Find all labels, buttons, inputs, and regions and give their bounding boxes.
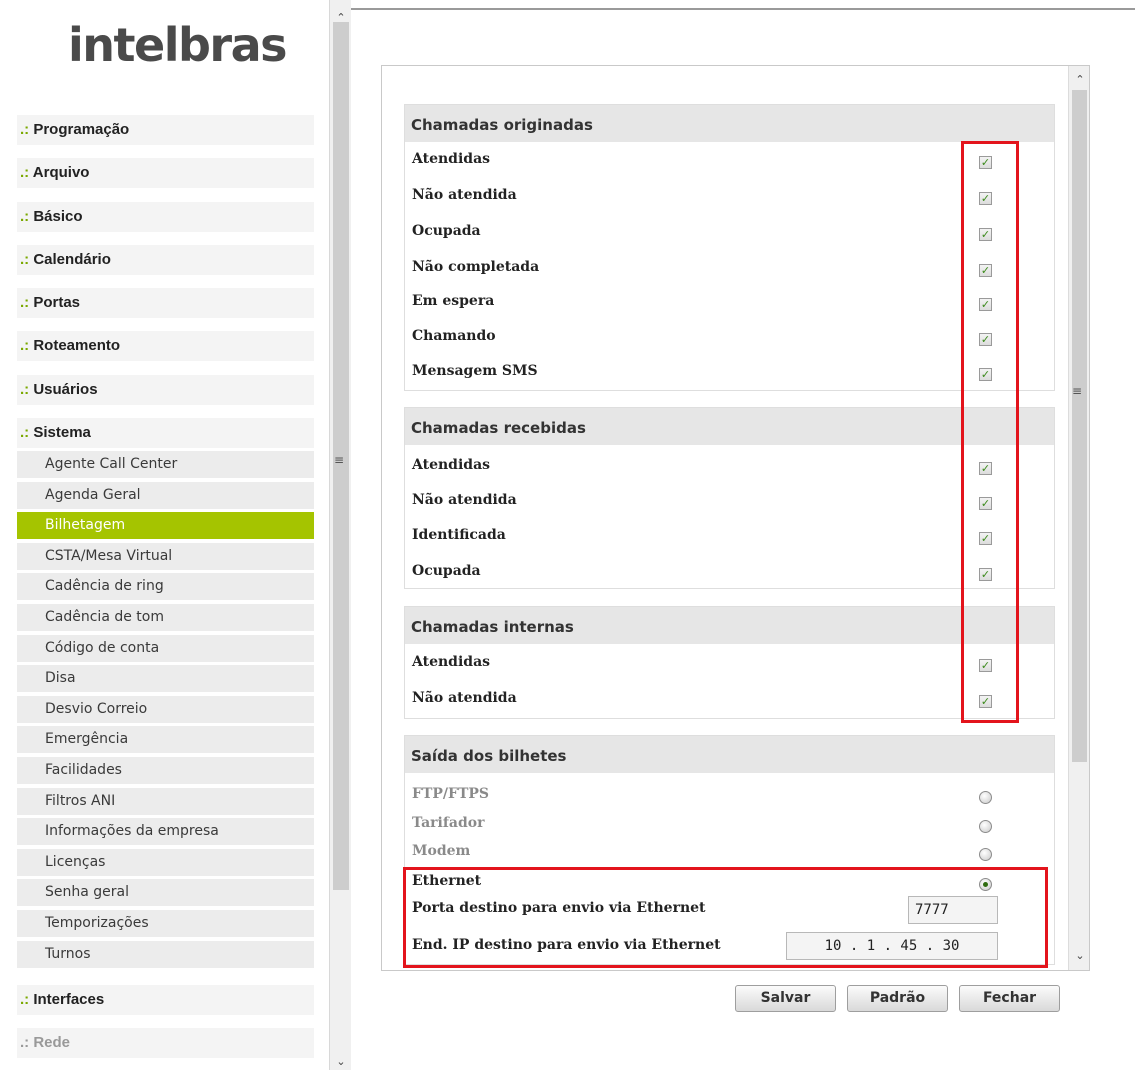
setting-label: Não atendida — [412, 187, 517, 203]
menu-item-prefix: .: — [20, 121, 30, 138]
menu-item[interactable]: .: Sistema — [17, 418, 314, 448]
submenu-item[interactable]: Agente Call Center — [17, 451, 314, 480]
output-option-radio[interactable] — [979, 848, 992, 861]
setting-label: Atendidas — [412, 654, 491, 670]
section-chamadas-originadas: Chamadas originadas — [404, 104, 1055, 391]
menu-item-label: Portas — [33, 294, 81, 311]
chevron-down-icon[interactable]: ⌄ — [1069, 946, 1091, 966]
menu-item[interactable]: .: Arquivo — [17, 158, 314, 188]
submenu-item[interactable]: Informações da empresa — [17, 818, 314, 848]
menu-item-prefix: .: — [20, 164, 30, 181]
menu-item-prefix: .: — [20, 294, 30, 311]
setting-label: Não completada — [412, 259, 540, 275]
submenu-item[interactable]: Filtros ANI — [17, 787, 314, 817]
submenu-item[interactable]: Disa — [17, 665, 314, 695]
content-scrollbar[interactable]: ⌃ ≡ ⌄ — [1068, 66, 1089, 970]
output-option-radio[interactable] — [979, 791, 992, 804]
grip-icon: ≡ — [1072, 384, 1083, 398]
submenu-item[interactable]: Senha geral — [17, 879, 314, 909]
submenu-item[interactable]: Código de conta — [17, 634, 314, 664]
menu-item-label: Rede — [33, 1034, 71, 1051]
submenu-item[interactable]: Facilidades — [17, 757, 314, 786]
menu-item[interactable]: .: Rede — [17, 1028, 314, 1058]
section-title: Chamadas originadas — [405, 105, 1054, 142]
menu-item-prefix: .: — [20, 251, 30, 268]
submenu-item[interactable]: Agenda Geral — [17, 481, 314, 511]
menu-item[interactable]: .: Roteamento — [17, 331, 314, 361]
menu-item-label: Calendário — [33, 251, 111, 268]
menu-item[interactable]: .: Básico — [17, 202, 314, 232]
submenu-item[interactable]: Emergência — [17, 726, 314, 756]
default-button[interactable]: Padrão — [847, 985, 948, 1012]
submenu-item[interactable]: Licenças — [17, 848, 314, 878]
menu-item-label: Sistema — [33, 424, 91, 441]
menu-item[interactable]: .: Interfaces — [17, 985, 314, 1015]
setting-label: Não atendida — [412, 492, 517, 508]
menu-item-prefix: .: — [20, 208, 30, 225]
submenu-item[interactable]: Turnos — [17, 940, 314, 970]
close-button[interactable]: Fechar — [959, 985, 1060, 1012]
highlight-ethernet-settings — [403, 867, 1048, 968]
scrollbar-thumb[interactable] — [1072, 90, 1087, 762]
setting-label: Ocupada — [412, 223, 481, 239]
menu-item[interactable]: .: Portas — [17, 288, 314, 318]
grip-icon: ≡ — [334, 453, 345, 467]
menu-item-label: Arquivo — [32, 164, 90, 181]
menu-item-prefix: .: — [20, 424, 30, 441]
submenu-item[interactable]: Bilhetagem — [17, 512, 314, 542]
chevron-up-icon[interactable]: ⌃ — [1069, 70, 1091, 90]
submenu-item[interactable]: CSTA/Mesa Virtual — [17, 542, 314, 572]
submenu-item[interactable]: Desvio Correio — [17, 695, 314, 725]
menu-item-label: Programação — [33, 121, 130, 138]
menu-item-label: Básico — [33, 208, 83, 225]
menu-item[interactable]: .: Usuários — [17, 375, 314, 405]
output-option-label: Tarifador — [412, 815, 485, 831]
setting-label: Atendidas — [412, 457, 491, 473]
left-scrollbar[interactable]: ⌃ ≡ ⌄ — [329, 0, 351, 1070]
save-button[interactable]: Salvar — [735, 985, 836, 1012]
setting-label: Não atendida — [412, 690, 517, 706]
submenu-item[interactable]: Cadência de ring — [17, 573, 314, 603]
submenu-item[interactable]: Cadência de tom — [17, 604, 314, 633]
output-option-label: Modem — [412, 843, 471, 859]
setting-label: Chamando — [412, 328, 496, 344]
menu-item-prefix: .: — [20, 381, 30, 398]
menu-item-prefix: .: — [20, 337, 30, 354]
menu-item-label: Usuários — [33, 381, 98, 398]
submenu-item[interactable]: Temporizações — [17, 910, 314, 939]
menu-item[interactable]: .: Calendário — [17, 245, 314, 275]
setting-label: Atendidas — [412, 151, 491, 167]
setting-label: Em espera — [412, 293, 495, 309]
menu-item[interactable]: .: Programação — [17, 115, 314, 145]
section-title: Saída dos bilhetes — [405, 736, 1054, 773]
setting-label: Ocupada — [412, 563, 481, 579]
section-title: Chamadas recebidas — [405, 408, 1054, 445]
highlight-checkbox-column — [961, 141, 1019, 723]
output-option-radio[interactable] — [979, 820, 992, 833]
menu-item-label: Interfaces — [33, 991, 105, 1008]
section-title: Chamadas internas — [405, 607, 1054, 644]
app-window: intelbras .: Programação.: Arquivo.: Bás… — [0, 0, 1135, 1070]
content-top-border — [351, 8, 1135, 10]
setting-label: Identificada — [412, 527, 506, 543]
menu-item-label: Roteamento — [33, 337, 121, 354]
setting-label: Mensagem SMS — [412, 363, 538, 379]
intelbras-logo: intelbras — [68, 18, 288, 72]
menu-item-prefix: .: — [20, 1034, 30, 1051]
menu-item-prefix: .: — [20, 991, 30, 1008]
output-option-label: FTP/FTPS — [412, 786, 489, 802]
chevron-down-icon[interactable]: ⌄ — [330, 1052, 352, 1070]
